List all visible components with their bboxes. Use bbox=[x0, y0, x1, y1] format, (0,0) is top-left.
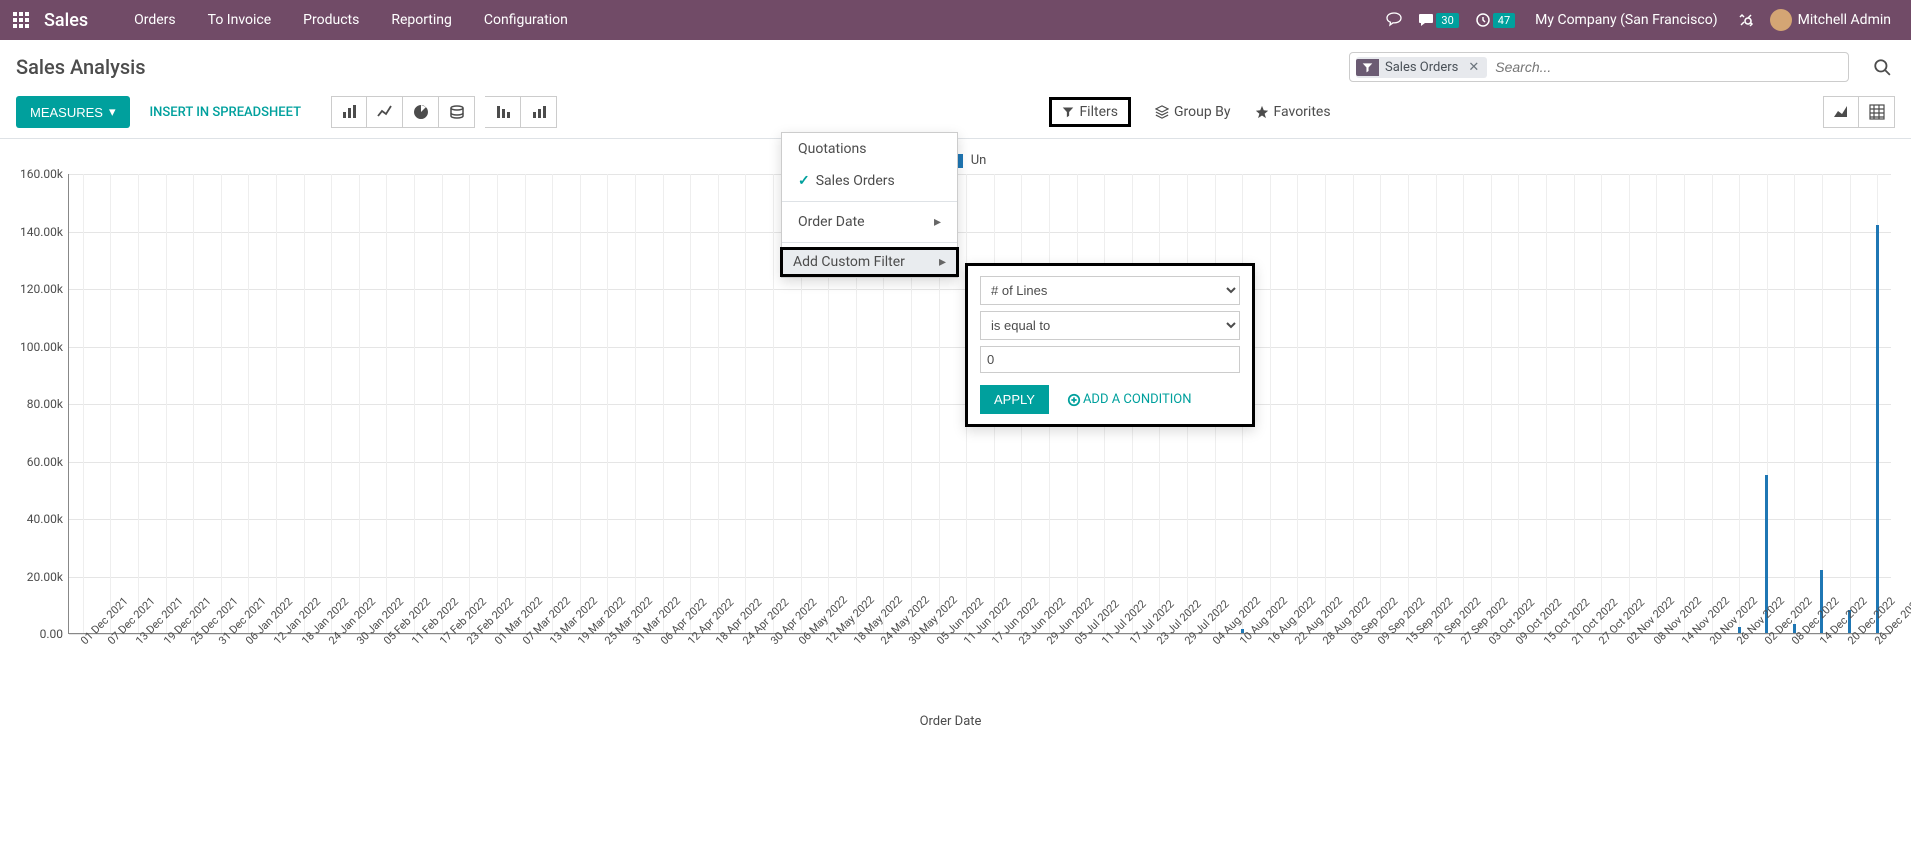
custom-filter-panel: # of Lines is equal to APPLY ADD A CONDI… bbox=[965, 263, 1255, 427]
measures-button[interactable]: MEASURES ▾ bbox=[16, 96, 130, 128]
avatar bbox=[1770, 9, 1792, 31]
menu-orders[interactable]: Orders bbox=[118, 12, 192, 28]
y-tick-label: 60.00k bbox=[11, 455, 63, 469]
menu-to-invoice[interactable]: To Invoice bbox=[192, 12, 288, 28]
filter-field-select[interactable]: # of Lines bbox=[980, 276, 1240, 305]
layers-icon bbox=[1155, 105, 1169, 119]
view-switcher bbox=[1823, 96, 1895, 128]
filters-button[interactable]: Filters bbox=[1049, 97, 1131, 127]
company-selector[interactable]: My Company (San Francisco) bbox=[1523, 12, 1729, 28]
debug-icon[interactable] bbox=[1730, 12, 1762, 28]
chevron-right-icon: ▸ bbox=[939, 254, 946, 270]
phone-icon[interactable] bbox=[1378, 12, 1410, 28]
chevron-right-icon: ▸ bbox=[934, 214, 941, 230]
check-icon: ✓ bbox=[798, 173, 810, 189]
sort-desc-icon[interactable] bbox=[485, 96, 521, 128]
filters-dropdown: Quotations ✓Sales Orders Order Date ▸ Ad… bbox=[781, 132, 958, 278]
pie-chart-icon[interactable] bbox=[403, 96, 439, 128]
caret-down-icon: ▾ bbox=[109, 104, 116, 120]
favorites-label: Favorites bbox=[1274, 104, 1331, 120]
top-nav: Sales Orders To Invoice Products Reporti… bbox=[0, 0, 1911, 40]
y-tick-label: 40.00k bbox=[11, 512, 63, 526]
y-tick-label: 140.00k bbox=[11, 225, 63, 239]
separator bbox=[782, 242, 957, 243]
messaging-badge: 30 bbox=[1436, 13, 1458, 28]
separator bbox=[782, 201, 957, 202]
measures-label: MEASURES bbox=[30, 105, 103, 120]
search-icon[interactable] bbox=[1869, 58, 1895, 76]
y-tick-label: 20.00k bbox=[11, 570, 63, 584]
apps-icon[interactable] bbox=[12, 11, 30, 29]
insert-spreadsheet-button[interactable]: INSERT IN SPREADSHEET bbox=[140, 105, 312, 120]
filter-value-input[interactable] bbox=[980, 346, 1240, 373]
chart-type-toolbar bbox=[331, 96, 557, 128]
groupby-label: Group By bbox=[1174, 104, 1231, 120]
filters-label: Filters bbox=[1079, 104, 1118, 120]
search-box[interactable]: Sales Orders ✕ bbox=[1349, 52, 1849, 82]
add-custom-filter[interactable]: Add Custom Filter ▸ bbox=[780, 247, 959, 277]
stacked-icon[interactable] bbox=[439, 96, 475, 128]
app-brand[interactable]: Sales bbox=[44, 10, 88, 31]
y-tick-label: 80.00k bbox=[11, 397, 63, 411]
add-condition-button[interactable]: ADD A CONDITION bbox=[1067, 392, 1192, 407]
plus-circle-icon bbox=[1067, 393, 1081, 407]
search-options: Filters Group By Favorites bbox=[1049, 97, 1330, 127]
search-input[interactable] bbox=[1487, 55, 1842, 79]
pivot-view-icon[interactable] bbox=[1859, 96, 1895, 128]
filter-quotations[interactable]: Quotations bbox=[782, 133, 957, 165]
star-icon bbox=[1255, 105, 1269, 119]
y-tick-label: 0.00 bbox=[11, 627, 63, 641]
filter-order-date[interactable]: Order Date ▸ bbox=[782, 206, 957, 238]
menu-configuration[interactable]: Configuration bbox=[468, 12, 584, 28]
user-name: Mitchell Admin bbox=[1798, 12, 1891, 28]
favorites-button[interactable]: Favorites bbox=[1255, 104, 1331, 120]
user-menu[interactable]: Mitchell Admin bbox=[1762, 9, 1899, 31]
filter-operator-select[interactable]: is equal to bbox=[980, 311, 1240, 340]
header-row: Sales Analysis Sales Orders ✕ bbox=[0, 40, 1911, 90]
groupby-button[interactable]: Group By bbox=[1155, 104, 1231, 120]
x-axis-labels: 01 Dec 202107 Dec 202113 Dec 202119 Dec … bbox=[68, 634, 1891, 724]
bar[interactable] bbox=[1876, 225, 1879, 633]
page-title: Sales Analysis bbox=[16, 55, 146, 79]
sort-asc-icon[interactable] bbox=[521, 96, 557, 128]
activity-badge: 47 bbox=[1493, 13, 1515, 28]
search-facet: Sales Orders ✕ bbox=[1356, 57, 1487, 78]
y-tick-label: 100.00k bbox=[11, 340, 63, 354]
funnel-icon bbox=[1356, 59, 1379, 76]
y-tick-label: 120.00k bbox=[11, 282, 63, 296]
y-tick-label: 160.00k bbox=[11, 167, 63, 181]
bar-chart-icon[interactable] bbox=[331, 96, 367, 128]
menu-products[interactable]: Products bbox=[287, 12, 375, 28]
apply-button[interactable]: APPLY bbox=[980, 385, 1049, 414]
activity-icon[interactable]: 47 bbox=[1467, 12, 1523, 28]
line-chart-icon[interactable] bbox=[367, 96, 403, 128]
menu-reporting[interactable]: Reporting bbox=[375, 12, 468, 28]
legend-label: Un bbox=[971, 153, 987, 168]
search-facet-label: Sales Orders bbox=[1379, 60, 1464, 75]
graph-view-icon[interactable] bbox=[1823, 96, 1859, 128]
funnel-icon bbox=[1062, 106, 1074, 118]
filter-sales-orders[interactable]: ✓Sales Orders bbox=[782, 165, 957, 197]
messaging-icon[interactable]: 30 bbox=[1410, 12, 1466, 28]
close-icon[interactable]: ✕ bbox=[1464, 60, 1483, 75]
